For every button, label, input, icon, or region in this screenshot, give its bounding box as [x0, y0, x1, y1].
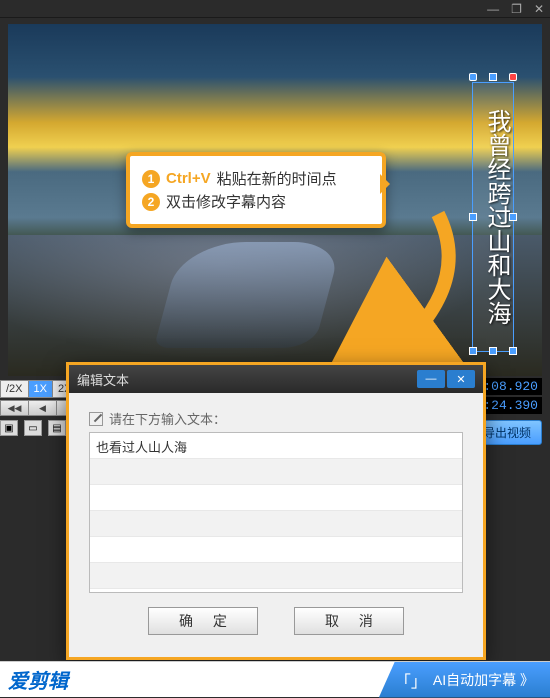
cancel-button[interactable]: 取 消 — [294, 607, 404, 635]
edit-icon — [89, 412, 103, 426]
subtitle-bounding-box[interactable]: 我曾经跨过山和大海 — [472, 82, 514, 352]
edit-text-dialog: 编辑文本 — ✕ 请在下方输入文本： 也看过人山人海 确 定 取 消 — [66, 362, 486, 660]
dialog-titlebar[interactable]: 编辑文本 — ✕ — [69, 365, 483, 393]
resize-handle[interactable] — [489, 347, 497, 355]
text-line[interactable]: 也看过人山人海 — [90, 433, 462, 459]
resize-handle[interactable] — [469, 213, 477, 221]
speed-1x[interactable]: 1X — [29, 381, 53, 397]
folder-icon[interactable]: ▭ — [24, 420, 42, 436]
bracket-icon: 「」 — [395, 668, 427, 692]
text-line[interactable] — [90, 537, 462, 563]
prev-frame-button[interactable]: ◀◀ — [1, 401, 29, 415]
tooltip-text: 双击修改字幕内容 — [166, 191, 286, 212]
tooltip-line-2: 2 双击修改字幕内容 — [142, 191, 370, 212]
video-preview[interactable]: 我曾经跨过山和大海 1 Ctrl+V 粘贴在新的时间点 2 双击修改字幕内容 — [8, 24, 542, 376]
speed-half[interactable]: /2X — [1, 381, 29, 397]
text-input-area[interactable]: 也看过人山人海 — [89, 432, 463, 593]
tooltip-line-1: 1 Ctrl+V 粘贴在新的时间点 — [142, 168, 370, 189]
text-line[interactable] — [90, 563, 462, 589]
tooltip-text: 粘贴在新的时间点 — [217, 168, 337, 189]
dialog-close-button[interactable]: ✕ — [447, 370, 475, 388]
window-titlebar: — ❐ ✕ — [0, 0, 550, 18]
list-icon[interactable]: ▤ — [48, 420, 66, 436]
dialog-minimize-button[interactable]: — — [417, 370, 445, 388]
delete-handle-icon[interactable] — [509, 73, 517, 81]
minimize-button[interactable]: — — [487, 2, 499, 16]
text-line[interactable] — [90, 459, 462, 485]
app-logo: 爱剪辑 — [8, 665, 68, 694]
dialog-title-text: 编辑文本 — [77, 370, 129, 389]
footer-bar: 爱剪辑 「」 AI自动加字幕 》 — [0, 661, 550, 697]
maximize-button[interactable]: ❐ — [511, 2, 522, 16]
ai-button-label: AI自动加字幕 》 — [433, 670, 534, 690]
step-number-1: 1 — [142, 170, 160, 188]
resize-handle[interactable] — [489, 73, 497, 81]
resize-handle[interactable] — [469, 347, 477, 355]
prompt-text: 请在下方输入文本： — [109, 409, 226, 428]
instruction-tooltip: 1 Ctrl+V 粘贴在新的时间点 2 双击修改字幕内容 — [126, 152, 386, 228]
save-icon[interactable]: ▣ — [0, 420, 18, 436]
ai-auto-subtitle-button[interactable]: 「」 AI自动加字幕 》 — [379, 662, 550, 698]
handle-menu-icon[interactable] — [469, 73, 477, 81]
prev-button[interactable]: ◀ — [29, 401, 57, 415]
close-button[interactable]: ✕ — [534, 2, 544, 16]
hotkey-text: Ctrl+V — [166, 170, 211, 187]
guide-arrow-icon — [298, 204, 498, 376]
dialog-button-row: 确 定 取 消 — [89, 593, 463, 641]
dialog-body: 请在下方输入文本： 也看过人山人海 确 定 取 消 — [69, 393, 483, 657]
text-line[interactable] — [90, 485, 462, 511]
resize-handle[interactable] — [509, 347, 517, 355]
dialog-prompt: 请在下方输入文本： — [89, 409, 463, 428]
resize-handle[interactable] — [509, 213, 517, 221]
ok-button[interactable]: 确 定 — [148, 607, 258, 635]
text-line[interactable] — [90, 511, 462, 537]
step-number-2: 2 — [142, 193, 160, 211]
